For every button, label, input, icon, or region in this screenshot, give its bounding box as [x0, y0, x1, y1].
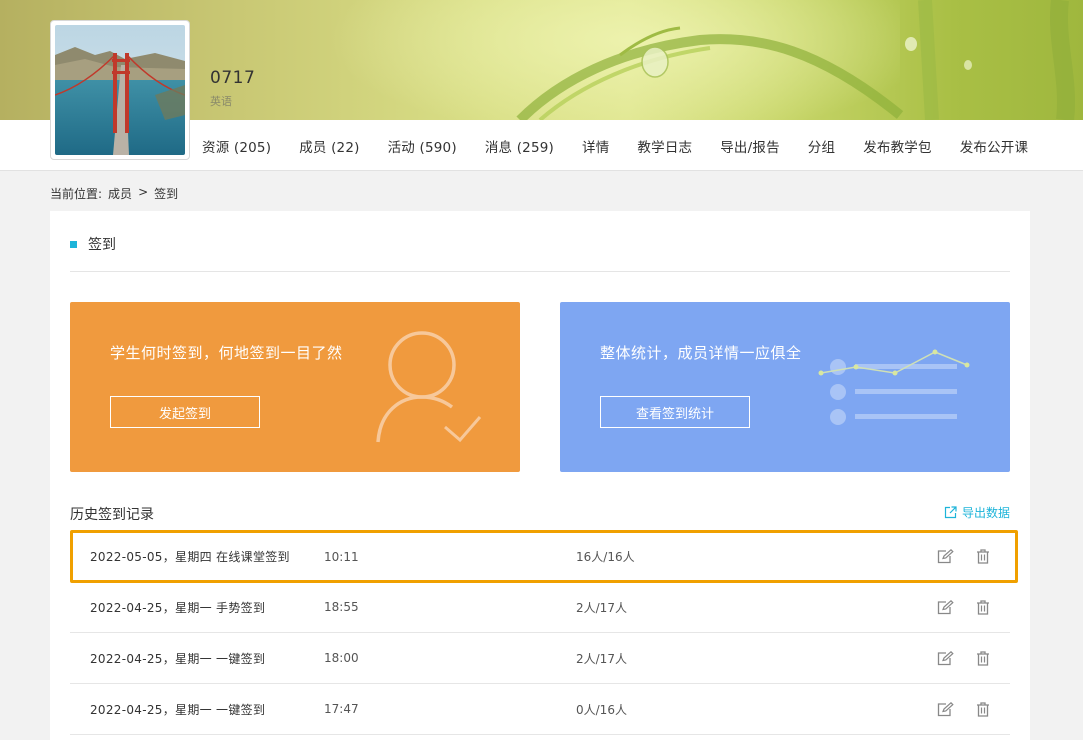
row-count: 0人/16人 — [576, 702, 627, 717]
checkin-stats-panel: 整体统计，成员详情一应俱全 查看签到统计 — [560, 302, 1010, 472]
nav-item-members[interactable]: 成员 (22) — [299, 136, 359, 156]
section-divider — [70, 271, 1010, 272]
export-data-link[interactable]: 导出数据 — [944, 504, 1010, 521]
nav-item-teaching-log[interactable]: 教学日志 — [637, 136, 692, 156]
history-list: 2022-05-05，星期四 在线课堂签到 10:11 16人/16人 2022… — [70, 530, 1018, 735]
row-time: 17:47 — [324, 702, 359, 716]
nav-item-publish-open-class[interactable]: 发布公开课 — [960, 136, 1029, 156]
edit-icon[interactable] — [937, 599, 954, 615]
export-data-label[interactable]: 导出数据 — [962, 504, 1010, 521]
row-date: 2022-04-25，星期一 一键签到 — [90, 702, 266, 717]
view-checkin-stats-button[interactable]: 查看签到统计 — [600, 396, 750, 428]
delete-icon[interactable] — [976, 650, 990, 666]
nav-item-groups[interactable]: 分组 — [808, 136, 835, 156]
course-title: 0717 — [210, 68, 256, 88]
breadcrumb: 当前位置: 成员 > 签到 — [50, 185, 178, 202]
delete-icon[interactable] — [976, 549, 990, 564]
nav-item-details[interactable]: 详情 — [582, 136, 609, 156]
breadcrumb-current: 签到 — [154, 187, 179, 201]
start-checkin-panel: 学生何时签到，何地签到一目了然 发起签到 — [70, 302, 520, 472]
person-check-icon — [376, 331, 482, 443]
edit-icon[interactable] — [937, 701, 954, 717]
row-count: 2人/17人 — [576, 651, 627, 666]
stats-list-icon — [818, 349, 970, 425]
edit-icon[interactable] — [937, 650, 954, 666]
history-row[interactable]: 2022-04-25，星期一 手势签到 18:55 2人/17人 — [70, 582, 1010, 633]
history-title: 历史签到记录 — [70, 507, 154, 523]
row-count: 2人/17人 — [576, 600, 627, 615]
breadcrumb-prefix: 当前位置: — [50, 187, 103, 201]
nav-item-activities[interactable]: 活动 (590) — [388, 136, 457, 156]
section-title: 签到 — [88, 237, 116, 253]
export-icon — [944, 506, 957, 519]
edit-icon[interactable] — [937, 549, 954, 564]
bridge-image — [55, 25, 185, 155]
course-avatar — [50, 20, 190, 160]
history-row[interactable]: 2022-05-05，星期四 在线课堂签到 10:11 16人/16人 — [70, 530, 1018, 583]
delete-icon[interactable] — [976, 701, 990, 717]
start-checkin-text: 学生何时签到，何地签到一目了然 — [110, 344, 343, 362]
nav-item-publish-package[interactable]: 发布教学包 — [863, 136, 932, 156]
nav-item-export-report[interactable]: 导出/报告 — [720, 136, 780, 156]
row-date: 2022-04-25，星期一 手势签到 — [90, 600, 266, 615]
row-date: 2022-04-25，星期一 一键签到 — [90, 651, 266, 666]
row-time: 18:55 — [324, 600, 359, 614]
checkin-stats-text: 整体统计，成员详情一应俱全 — [600, 344, 802, 362]
row-count: 16人/16人 — [576, 550, 635, 564]
history-row[interactable]: 2022-04-25，星期一 一键签到 18:00 2人/17人 — [70, 633, 1010, 684]
row-date: 2022-05-05，星期四 在线课堂签到 — [90, 550, 290, 564]
history-row[interactable]: 2022-04-25，星期一 一键签到 17:47 0人/16人 — [70, 684, 1010, 735]
delete-icon[interactable] — [976, 599, 990, 615]
nav-item-messages[interactable]: 消息 (259) — [485, 136, 554, 156]
start-checkin-button[interactable]: 发起签到 — [110, 396, 260, 428]
breadcrumb-separator: > — [138, 185, 149, 199]
nav-item-resources[interactable]: 资源 (205) — [202, 136, 271, 156]
section-header: 签到 — [70, 234, 116, 254]
breadcrumb-members-link[interactable]: 成员 — [108, 185, 132, 202]
course-subject: 英语 — [210, 95, 232, 108]
checkin-card: 签到 学生何时签到，何地签到一目了然 发起签到 整体统计，成员详情一应俱全 查看… — [50, 211, 1030, 740]
row-time: 18:00 — [324, 651, 359, 665]
section-marker-icon — [70, 240, 77, 248]
row-time: 10:11 — [324, 549, 359, 564]
